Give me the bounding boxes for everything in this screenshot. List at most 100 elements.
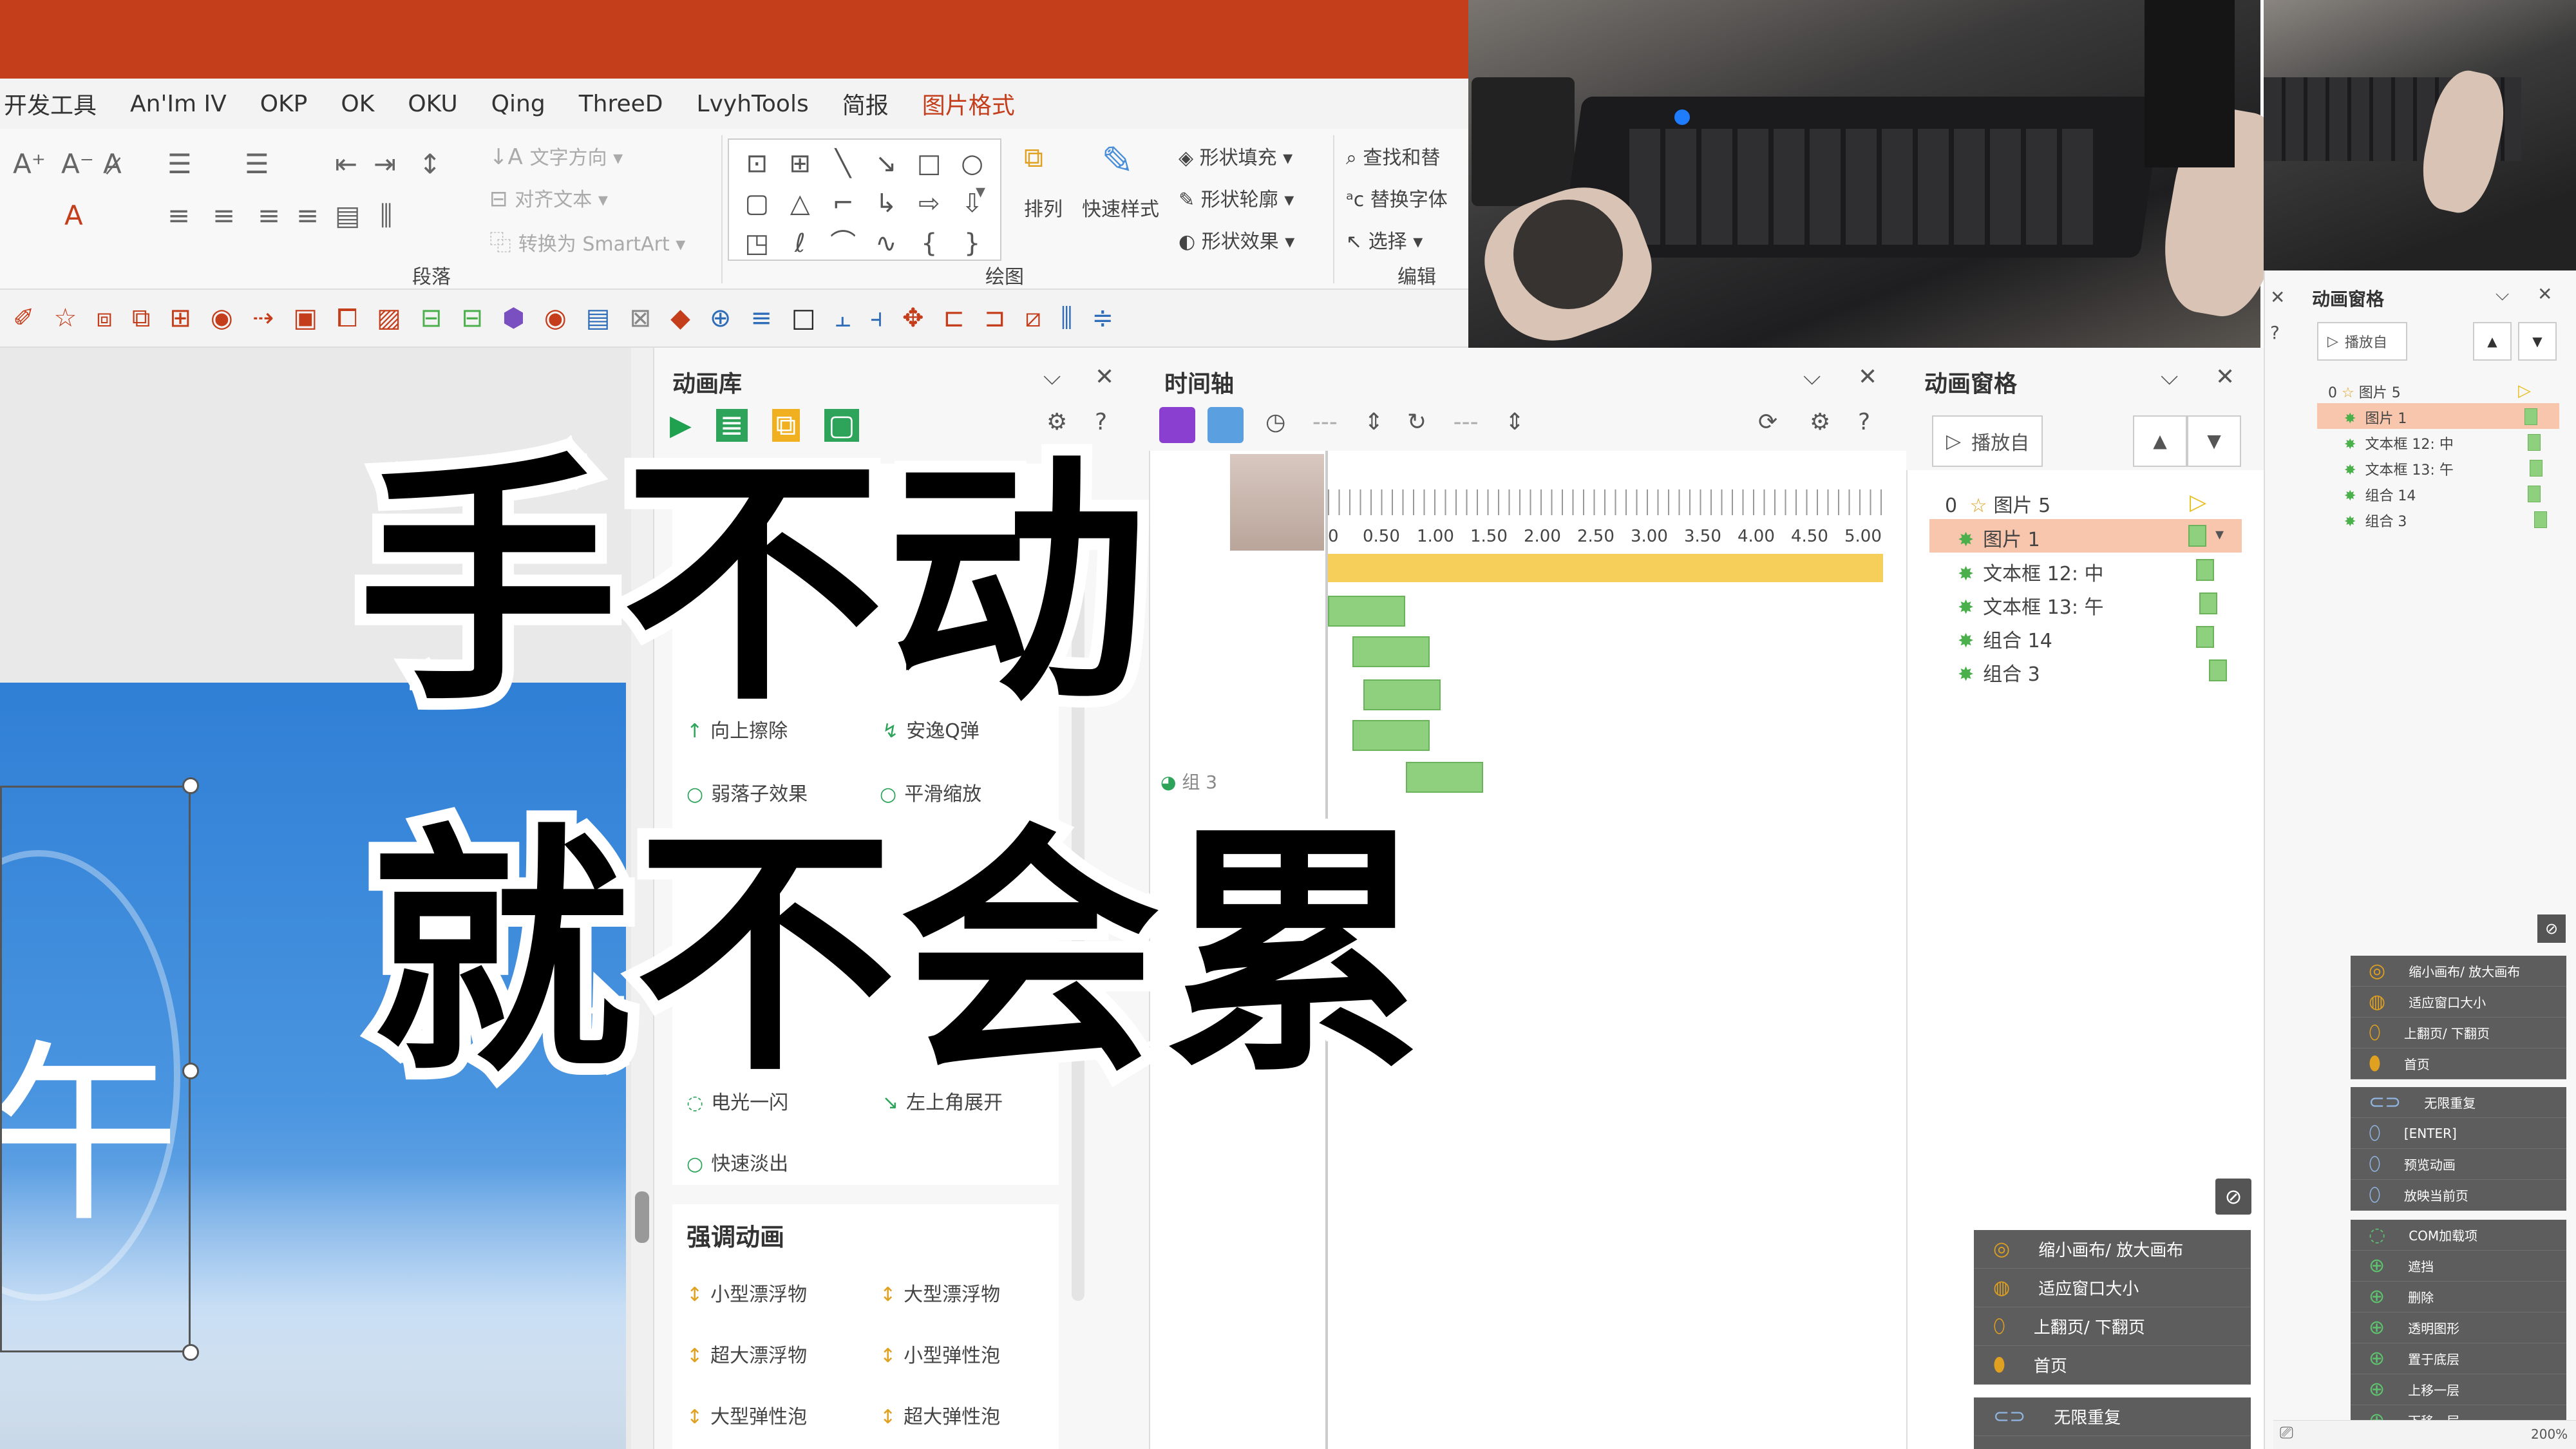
align-center-icon[interactable]: ≡ (213, 200, 235, 231)
pane-item-textbox13[interactable]: ✸ 文本框 13: 午 (1958, 591, 2104, 620)
delay-field[interactable]: ◷ --- ⇕ (1265, 409, 1383, 435)
play-from-button[interactable]: ▷ 播放自 (2317, 322, 2407, 361)
menu-item-zoom[interactable]: ◎ 缩小画布/ 放大画布 (1974, 1230, 2251, 1269)
tab-okp[interactable]: OKP (260, 91, 308, 117)
menu-item[interactable]: ⊕ 上移一层 (2351, 1374, 2566, 1405)
help-icon[interactable]: ? (1095, 409, 1107, 435)
menu-item[interactable]: ⊕ 置于底层 (2351, 1343, 2566, 1374)
right-brace-icon[interactable]: } (951, 223, 994, 263)
tab-lvyhtools[interactable]: LvyhTools (697, 91, 809, 117)
tool-icon[interactable]: ⊠ (630, 303, 652, 333)
shape-effects-button[interactable]: ◐ 形状效果 ▾ (1179, 225, 1294, 254)
help-icon[interactable]: ? (1858, 409, 1870, 435)
freeform-icon[interactable]: ℓ (779, 223, 822, 263)
text-box-icon[interactable]: ⊡ (735, 144, 779, 184)
close-icon[interactable]: ✕ (2537, 283, 2552, 305)
clear-format-icon[interactable]: A̷ (103, 148, 122, 180)
tab-dev-tools[interactable]: 开发工具 (4, 87, 97, 120)
find-replace-button[interactable]: ⌕ 查找和替 (1346, 142, 1440, 170)
move-up-button[interactable]: ▲ (2133, 415, 2187, 467)
eye-off-icon[interactable]: ⊘ (2537, 914, 2566, 943)
collapse-icon[interactable]: ⌵ (1043, 364, 1061, 391)
play-from-button[interactable]: ▷ 播放自 (1932, 415, 2043, 467)
shape-gallery[interactable]: ⊡ ⊞ ╲ ↘ □ ○ ▢ △ ⌐ ↳ ⇨ ⇩ ◳ ℓ ⌒ ∿{} (728, 138, 1001, 261)
menu-item[interactable]: ◌ COM加载项 (2351, 1220, 2566, 1251)
tool-icon[interactable]: ◆ (670, 303, 690, 333)
anim-item-xl-float[interactable]: ↕ 超大漂浮物 (687, 1340, 807, 1368)
notes-icon[interactable]: ⎚ (2280, 1423, 2293, 1443)
resize-handle[interactable] (182, 1063, 199, 1079)
menu-item-home[interactable]: ⬮ 首页 (1974, 1346, 2251, 1385)
tool-icon[interactable]: □ (791, 303, 816, 333)
rectangle-icon[interactable]: □ (907, 144, 951, 184)
anim-item-small-bubble[interactable]: ↕ 小型弹性泡 (880, 1340, 1000, 1368)
font-shrink-icon[interactable]: A⁻ (61, 148, 94, 180)
timeline-bar[interactable] (1363, 679, 1441, 710)
align-text-button[interactable]: ⊟ 对齐文本 ▾ (489, 184, 608, 212)
tool-icon[interactable]: ⫞ (870, 303, 883, 333)
down-arrow-icon[interactable]: ⇩ (951, 184, 994, 223)
tool-icon[interactable]: ⫼ (1061, 303, 1072, 333)
pane-item-group3[interactable]: ✸ 组合 3 (1958, 658, 2040, 687)
close-icon[interactable]: ✕ (1095, 364, 1114, 390)
menu-item[interactable]: ⊕ 删除 (2351, 1282, 2566, 1312)
tool-icon[interactable]: ⧠ (337, 303, 357, 333)
time-ruler[interactable] (1328, 489, 1882, 515)
gallery-more-icon[interactable]: ▾ (976, 180, 985, 203)
tool-icon[interactable]: ⧄ (1025, 303, 1041, 333)
dropdown-icon[interactable]: ▾ (2215, 525, 2224, 544)
collapse-icon[interactable]: ⌵ (1803, 364, 1821, 391)
tool-icon[interactable]: ≑ (1092, 303, 1113, 333)
shape-fill-button[interactable]: ◈ 形状填充 ▾ (1179, 142, 1293, 170)
tool-icon[interactable]: ▣ (293, 303, 317, 333)
menu-item[interactable]: ⬯ 上翻页/ 下翻页 (2351, 1018, 2566, 1048)
right-arrow-icon[interactable]: ⇨ (907, 184, 951, 223)
text-direction-button[interactable]: ↓A 文字方向 ▾ (489, 142, 623, 170)
timeline-bar[interactable] (1352, 720, 1430, 751)
replace-font-button[interactable]: ᵃc 替换字体 (1346, 184, 1448, 212)
tool-icon[interactable]: ⊞ (169, 303, 191, 333)
anim-item-small-float[interactable]: ↕ 小型漂浮物 (687, 1278, 807, 1307)
elbow-connector-icon[interactable]: ⌐ (822, 184, 865, 223)
arrow-line-icon[interactable]: ↘ (865, 144, 908, 184)
arrange-icon[interactable]: ⧉ (1024, 142, 1043, 174)
tool-icon[interactable]: ⊟ (461, 303, 483, 333)
tool-icon[interactable]: ⊏ (943, 303, 965, 333)
font-color-icon[interactable]: A (64, 200, 83, 231)
eye-off-icon[interactable]: ⊘ (2215, 1179, 2251, 1215)
tool-icon[interactable]: ⊟ (421, 303, 442, 333)
indent-increase-icon[interactable]: ⇥ (374, 148, 396, 180)
resize-handle[interactable] (182, 777, 199, 794)
pane-item[interactable]: ✸ 文本框 12: 中 (2344, 433, 2454, 453)
pane-item-textbox12[interactable]: ✸ 文本框 12: 中 (1958, 558, 2104, 586)
tab-oku[interactable]: OKU (408, 91, 457, 117)
distributed-icon[interactable]: ▤ (335, 200, 361, 231)
pane-item[interactable]: ✸ 组合 3 (2344, 510, 2407, 531)
pane-item[interactable]: ✸ 图片 1 (2344, 407, 2407, 428)
menu-item[interactable]: ⬯ [ENTER] (2351, 1118, 2566, 1149)
tool-icon[interactable]: ⫠ (835, 303, 851, 333)
collapse-icon[interactable]: ⌵ (2161, 364, 2178, 391)
columns-icon[interactable]: ⫼ (380, 200, 392, 232)
tab-picture-format[interactable]: 图片格式 (922, 87, 1015, 120)
view-mode-icon[interactable] (1208, 407, 1244, 443)
oval-icon[interactable]: ○ (951, 144, 994, 184)
help-icon[interactable]: ? (2270, 322, 2280, 343)
menu-item[interactable]: ⬮ 首页 (2351, 1048, 2566, 1079)
timeline-bar[interactable] (1406, 762, 1483, 793)
vertical-textbox-icon[interactable]: ⊞ (779, 144, 822, 184)
pane-item-picture1[interactable]: ✸ 图片 1 (1958, 524, 2040, 552)
timeline-track-selected[interactable] (1328, 554, 1883, 582)
font-grow-icon[interactable]: A⁺ (13, 148, 46, 180)
justify-icon[interactable]: ≡ (296, 200, 319, 231)
elbow-arrow-icon[interactable]: ↳ (865, 184, 908, 223)
settings-icon[interactable]: ⚙ (1810, 409, 1830, 435)
layout-mode-icon[interactable] (1159, 407, 1195, 443)
menu-item[interactable]: ⬯ 预览动画 (2351, 1149, 2566, 1180)
flowchart-icon[interactable]: ◳ (735, 223, 779, 263)
star-icon[interactable]: ☆ (54, 303, 77, 333)
align-left-icon[interactable]: ≡ (167, 200, 190, 231)
tool-icon[interactable]: ⧉ (132, 303, 151, 333)
tool-icon[interactable]: ▤ (586, 303, 611, 333)
tool-icon[interactable]: ≡ (750, 303, 772, 333)
